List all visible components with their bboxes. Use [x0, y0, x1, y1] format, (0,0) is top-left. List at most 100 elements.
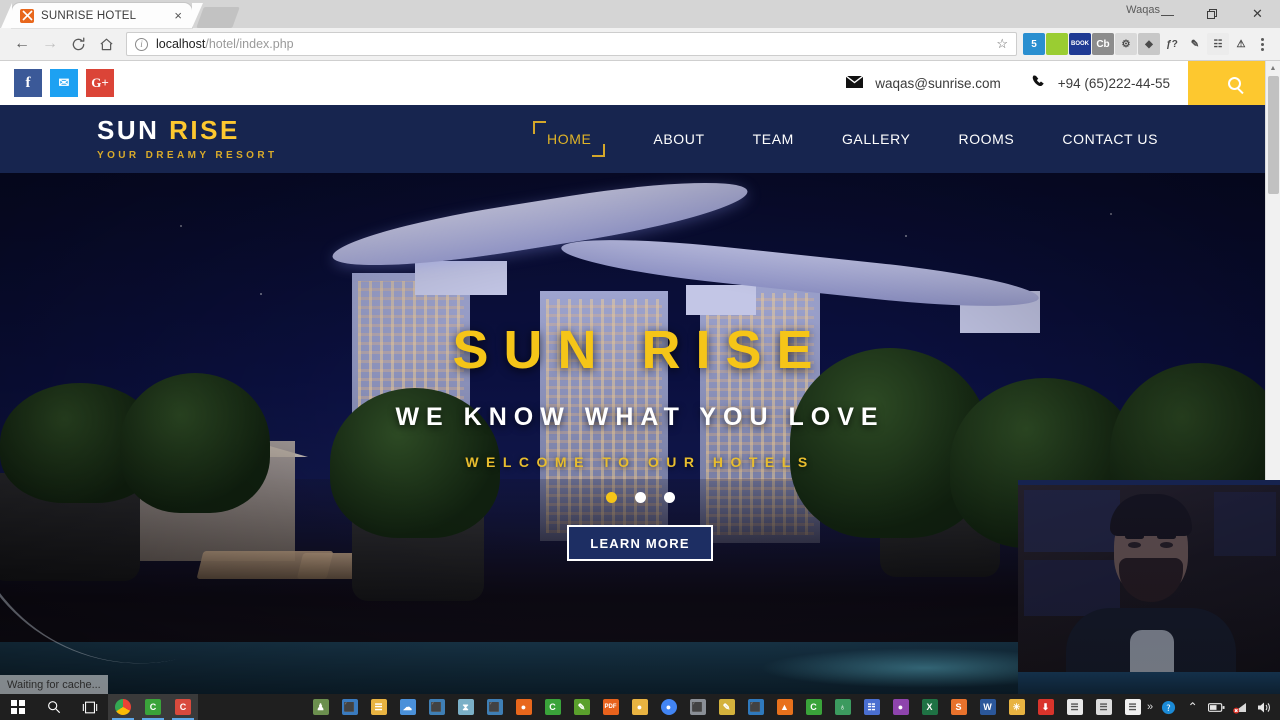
address-bar[interactable]: i localhost/hotel/index.php ☆ — [126, 32, 1017, 56]
taskbar-app-vlc[interactable]: ▲ — [770, 694, 799, 720]
font-extension-icon[interactable]: ƒ? — [1161, 33, 1183, 55]
warning-extension-icon[interactable]: ⚠ — [1230, 33, 1252, 55]
nav-item-contact-us[interactable]: CONTACT US — [1062, 121, 1158, 157]
new-tab-button[interactable] — [196, 7, 240, 28]
taskbar-app-pdf-edit[interactable]: ⬇ — [1031, 694, 1060, 720]
taskbar-app-document-1[interactable]: ☰ — [1060, 694, 1089, 720]
scrollbar-thumb[interactable] — [1268, 76, 1279, 194]
settings-gear-extension-icon[interactable]: ⚙ — [1115, 33, 1137, 55]
taskbar-search-icon[interactable] — [36, 694, 72, 720]
nav-item-team[interactable]: TEAM — [753, 121, 794, 157]
forward-icon[interactable]: → — [36, 30, 64, 58]
minimize-button[interactable]: — — [1145, 0, 1190, 28]
task-view-icon[interactable] — [72, 694, 108, 720]
windows-taskbar: CC ♟ ⬛ ☰ ☁ ⬛ ⧗ ⬛ ● C ✎ PDF ● ● ⬛ ✎ ⬛ ▲ C ♁ ☷ ● X S W ✳ ⬇ ☰ ☰ ☰ » ? ⌃… — [0, 694, 1280, 720]
network-disconnected-icon[interactable] — [1232, 699, 1249, 716]
taskbar-app-user-account[interactable]: ♟ — [306, 694, 335, 720]
extensions-bar: 5 BOOK Cb ⚙ ◆ ƒ? ✎ ☷ ⚠ — [1023, 33, 1252, 55]
tray-overflow-icon[interactable]: » — [1147, 701, 1153, 713]
google-plus-icon[interactable]: G+ — [86, 69, 114, 97]
taskbar-app-sparkle-app[interactable]: ✳ — [1002, 694, 1031, 720]
address-bar-url: localhost/hotel/index.php — [156, 37, 294, 51]
slider-dot-2[interactable] — [634, 492, 646, 503]
slider-dot-1[interactable] — [605, 492, 617, 503]
site-logo[interactable]: SUN RISE YOUR DREAMY RESORT — [97, 117, 277, 161]
learn-more-button[interactable]: LEARN MORE — [567, 525, 713, 561]
tab-close-icon[interactable]: × — [172, 9, 184, 22]
taskbar-app-notepadpp[interactable]: ✎ — [567, 694, 596, 720]
reload-icon[interactable] — [64, 30, 92, 58]
site-info-icon[interactable]: i — [135, 37, 148, 51]
taskbar-app-pdf-reader[interactable]: PDF — [596, 694, 625, 720]
social-links: f ✉ G+ — [14, 69, 114, 97]
eyedropper-extension-icon[interactable]: ✎ — [1184, 33, 1206, 55]
taskbar-app-xampp[interactable]: ● — [509, 694, 538, 720]
taskbar-app-hourglass-app[interactable]: ⧗ — [451, 694, 480, 720]
clipboard-extension-icon[interactable]: Cb — [1092, 33, 1114, 55]
taskbar-app-terminal[interactable]: C — [799, 694, 828, 720]
hourglass-app-icon: ⧗ — [457, 699, 474, 715]
tray-chevron-up-icon[interactable]: ⌃ — [1184, 699, 1201, 716]
bookmark-star-icon[interactable]: ☆ — [996, 36, 1008, 52]
hero-tagline: WELCOME TO OUR HOTELS — [465, 454, 815, 470]
nav-item-about[interactable]: ABOUT — [653, 121, 704, 157]
chrome-menu-icon[interactable] — [1252, 30, 1272, 58]
taskbar-app-chrome[interactable] — [108, 694, 138, 720]
taskbar-app-purple-app[interactable]: ● — [886, 694, 915, 720]
taskbar-app-globe-app[interactable]: ♁ — [828, 694, 857, 720]
slider-dot-3[interactable] — [663, 492, 675, 503]
taskbar-app-remote-desktop[interactable]: ⬛ — [422, 694, 451, 720]
taskbar-app-book-app[interactable]: ☷ — [857, 694, 886, 720]
html5-extension-icon[interactable]: 5 — [1023, 33, 1045, 55]
taskbar-left: CC — [0, 694, 198, 720]
taskbar-app-cookie-app[interactable]: ● — [625, 694, 654, 720]
taskbar-app-chrome-2[interactable]: ● — [654, 694, 683, 720]
taskbar-app-camtasia[interactable]: C — [168, 694, 198, 720]
terminal-icon: C — [805, 699, 822, 715]
taskbar-app-file-explorer[interactable]: ☰ — [364, 694, 393, 720]
close-button[interactable]: ✕ — [1235, 0, 1280, 28]
home-icon[interactable] — [92, 30, 120, 58]
browser-status-text: Waiting for cache... — [0, 675, 108, 694]
document-1-icon: ☰ — [1066, 699, 1083, 715]
nav-item-gallery[interactable]: GALLERY — [842, 121, 911, 157]
logo-text: SUN RISE — [97, 117, 277, 143]
logo-text-first: SUN — [97, 115, 160, 145]
facebook-icon[interactable]: f — [14, 69, 42, 97]
table-extension-icon[interactable]: ☷ — [1207, 33, 1229, 55]
nav-item-rooms[interactable]: ROOMS — [958, 121, 1014, 157]
taskbar-app-sublime-2[interactable]: S — [944, 694, 973, 720]
phone-contact[interactable]: +94 (65)222-44-55 — [1031, 74, 1170, 93]
taskbar-app-computer[interactable]: ⬛ — [335, 694, 364, 720]
back-icon[interactable]: ← — [8, 30, 36, 58]
start-button[interactable] — [0, 694, 36, 720]
twitter-icon[interactable]: ✉ — [50, 69, 78, 97]
volume-icon[interactable] — [1256, 699, 1273, 716]
windows-logo-icon — [11, 700, 25, 714]
book-extension-icon[interactable]: BOOK — [1069, 33, 1091, 55]
taskbar-app-word[interactable]: W — [973, 694, 1002, 720]
taskbar-app-notes-app[interactable]: ✎ — [712, 694, 741, 720]
taskbar-app-display-app[interactable]: ⬛ — [480, 694, 509, 720]
main-nav: HOME ABOUT TEAM GALLERY ROOMS CONTACT US — [533, 121, 1158, 157]
taskbar-app-network-drive[interactable]: ☁ — [393, 694, 422, 720]
taskbar-app-document-3[interactable]: ☰ — [1118, 694, 1147, 720]
taskbar-app-vscode[interactable]: ⬛ — [741, 694, 770, 720]
taskbar-app-sublime-text-2[interactable]: C — [538, 694, 567, 720]
help-icon[interactable]: ? — [1160, 699, 1177, 716]
browser-tab[interactable]: SUNRISE HOTEL × — [1, 3, 203, 28]
email-contact[interactable]: waqas@sunrise.com — [845, 74, 1001, 92]
maximize-button[interactable] — [1190, 0, 1235, 28]
taskbar-app-sublime-text[interactable]: C — [138, 694, 168, 720]
url-host: localhost — [156, 37, 206, 51]
diamond-extension-icon[interactable]: ◆ — [1138, 33, 1160, 55]
site-header: SUN RISE YOUR DREAMY RESORT HOME ABOUT TEA… — [0, 105, 1280, 173]
sublime-text-icon: C — [145, 699, 161, 715]
taskbar-app-game-controller[interactable]: ⬛ — [683, 694, 712, 720]
taskbar-app-document-2[interactable]: ☰ — [1089, 694, 1118, 720]
taskbar-app-excel[interactable]: X — [915, 694, 944, 720]
battery-icon[interactable] — [1208, 699, 1225, 716]
scroll-up-arrow-icon[interactable]: ▲ — [1266, 61, 1280, 76]
color-picker-extension-icon[interactable] — [1046, 33, 1068, 55]
nav-item-home[interactable]: HOME — [533, 121, 606, 157]
